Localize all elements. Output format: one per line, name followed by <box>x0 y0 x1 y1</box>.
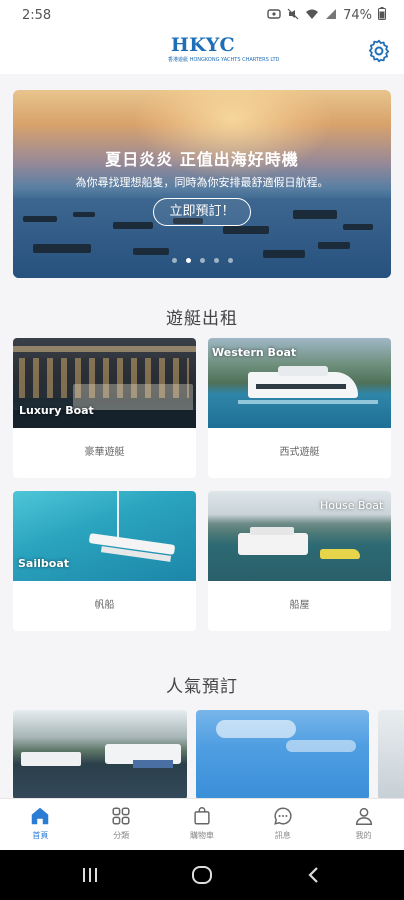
nav-categories[interactable]: 分類 <box>81 799 162 850</box>
boat-shape <box>293 210 337 219</box>
status-bar: 2:58 74% <box>0 0 404 30</box>
boat-shape <box>23 216 57 222</box>
nav-profile-label: 我的 <box>355 831 372 840</box>
status-time: 2:58 <box>22 7 52 23</box>
category-card-houseboat[interactable]: House Boat 船屋 <box>208 491 391 631</box>
carousel-dot[interactable] <box>171 258 177 263</box>
boat-shape <box>133 248 169 255</box>
nav-home-label: 首頁 <box>32 831 49 840</box>
home-icon <box>32 807 49 825</box>
boat-shape <box>318 242 350 249</box>
battery-icon <box>378 7 386 23</box>
section-title-popular: 人氣預訂 <box>166 677 238 697</box>
home-content[interactable]: 夏日炎炎 正值出海好時機 為你尋找理想船隻，同時為你安排最舒適假日航程。 立即預… <box>0 74 404 798</box>
bottom-nav: 首頁 分類 購物車 訊息 我的 <box>0 798 404 850</box>
banner-subtitle: 為你尋找理想船隻，同時為你安排最舒適假日航程。 <box>75 176 329 189</box>
nav-home[interactable]: 首頁 <box>0 799 81 850</box>
gear-icon <box>368 39 390 63</box>
wifi-icon <box>305 8 319 23</box>
nav-profile[interactable]: 我的 <box>323 799 404 850</box>
popular-card[interactable] <box>13 710 187 798</box>
category-caption: 豪華遊艇 <box>84 447 125 458</box>
category-image-label: House Boat <box>320 499 384 512</box>
category-caption: 船屋 <box>289 600 310 611</box>
category-caption: 帆船 <box>94 600 115 611</box>
signal-icon <box>325 8 337 23</box>
logo-text: HKYC <box>170 34 236 56</box>
settings-button[interactable] <box>366 38 392 64</box>
mute-icon <box>287 8 299 23</box>
boat-shape <box>263 250 305 258</box>
status-icons: 74% <box>267 7 386 23</box>
carousel-dot[interactable] <box>199 258 205 263</box>
carousel-dot[interactable] <box>185 258 191 263</box>
back-icon[interactable] <box>306 865 322 885</box>
popular-card[interactable] <box>378 710 404 798</box>
boat-shape <box>73 212 95 217</box>
app-header: HKYC 香港遊艇 HONGKONG YACHTS CHARTERS LTD <box>0 30 404 74</box>
recent-apps-icon[interactable] <box>80 866 100 884</box>
category-caption: 西式遊艇 <box>279 447 320 458</box>
logo-subtitle: 香港遊艇 HONGKONG YACHTS CHARTERS LTD <box>168 57 280 63</box>
nav-categories-label: 分類 <box>113 831 130 840</box>
book-now-button[interactable]: 立即預訂！ <box>153 198 251 226</box>
category-image-label: Sailboat <box>18 557 69 570</box>
carousel-dot[interactable] <box>227 258 233 263</box>
nav-messages-label: 訊息 <box>274 831 291 840</box>
category-card-western[interactable]: Western Boat 西式遊艇 <box>208 338 391 478</box>
home-button-icon[interactable] <box>191 865 213 885</box>
chat-icon <box>273 807 292 825</box>
promo-banner[interactable]: 夏日炎炎 正值出海好時機 為你尋找理想船隻，同時為你安排最舒適假日航程。 立即預… <box>13 90 391 278</box>
carousel-dot[interactable] <box>213 258 219 263</box>
boat-shape <box>223 226 269 234</box>
person-icon <box>355 807 372 825</box>
nav-cart-label: 購物車 <box>189 831 214 840</box>
nfc-icon <box>267 8 281 23</box>
category-card-sailboat[interactable]: Sailboat 帆船 <box>13 491 196 631</box>
system-nav-bar <box>0 850 404 900</box>
category-card-luxury[interactable]: Luxury Boat 豪華遊艇 <box>13 338 196 478</box>
banner-title: 夏日炎炎 正值出海好時機 <box>105 150 299 169</box>
bag-icon <box>194 807 210 825</box>
battery-percent: 74% <box>343 7 372 23</box>
nav-cart[interactable]: 購物車 <box>162 799 243 850</box>
category-image-label: Luxury Boat <box>19 404 94 417</box>
section-title-rental: 遊艇出租 <box>166 309 238 329</box>
carousel-dots <box>13 258 391 263</box>
boat-shape <box>113 222 153 229</box>
app-logo: HKYC 香港遊艇 HONGKONG YACHTS CHARTERS LTD <box>168 34 280 68</box>
category-image-label: Western Boat <box>212 346 297 359</box>
popular-card[interactable] <box>196 710 369 798</box>
boat-shape <box>33 244 91 253</box>
boat-shape <box>343 224 373 230</box>
nav-messages[interactable]: 訊息 <box>242 799 323 850</box>
grid-icon <box>112 807 130 825</box>
